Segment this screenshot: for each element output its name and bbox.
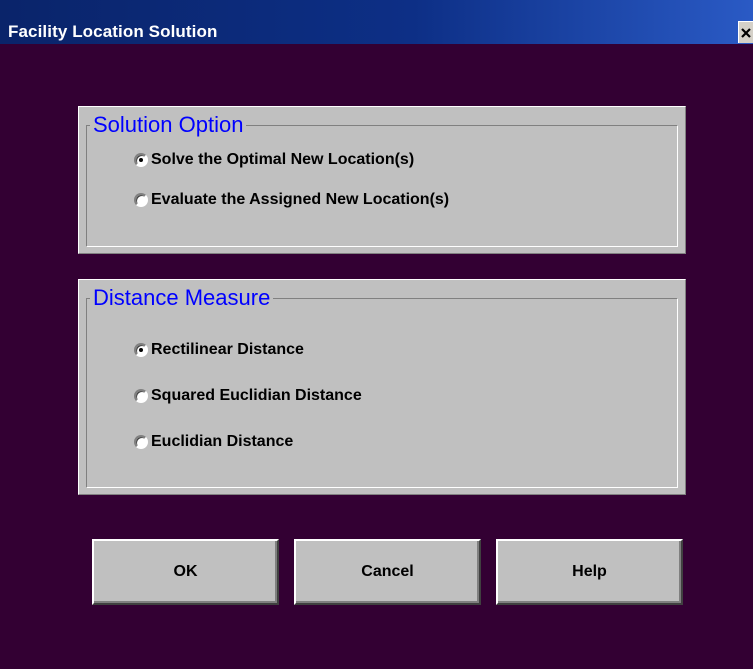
title-bar[interactable]: Facility Location Solution (0, 0, 753, 44)
radio-selected-icon (134, 153, 148, 167)
solve-optimal-label: Solve the Optimal New Location(s) (151, 151, 415, 168)
window-title: Facility Location Solution (8, 22, 218, 41)
radio-unselected-icon (134, 435, 148, 449)
euclidian-distance-radio[interactable]: Euclidian Distance (134, 432, 293, 452)
evaluate-assigned-radio[interactable]: Evaluate the Assigned New Location(s) (134, 190, 449, 210)
cancel-button[interactable]: Cancel (294, 539, 481, 605)
squared-euclidian-label: Squared Euclidian Distance (151, 387, 362, 404)
close-icon (741, 28, 751, 38)
radio-unselected-icon (134, 193, 148, 207)
squared-euclidian-radio[interactable]: Squared Euclidian Distance (134, 386, 362, 406)
close-button[interactable] (738, 21, 753, 43)
facility-location-dialog: Facility Location Solution Solution Opti… (0, 0, 753, 669)
help-button[interactable]: Help (496, 539, 683, 605)
distance-measure-legend: Distance Measure (90, 286, 274, 310)
radio-unselected-icon (134, 389, 148, 403)
rectilinear-distance-label: Rectilinear Distance (151, 341, 304, 358)
distance-measure-group: Distance Measure Rectilinear Distance Sq… (78, 279, 686, 495)
solution-option-frame (86, 125, 678, 247)
solution-option-legend: Solution Option (90, 113, 247, 137)
radio-selected-icon (134, 343, 148, 357)
ok-button[interactable]: OK (92, 539, 279, 605)
solution-option-group: Solution Option Solve the Optimal New Lo… (78, 106, 686, 254)
euclidian-distance-label: Euclidian Distance (151, 433, 294, 450)
evaluate-assigned-label: Evaluate the Assigned New Location(s) (151, 191, 450, 208)
solve-optimal-radio[interactable]: Solve the Optimal New Location(s) (134, 150, 414, 170)
rectilinear-distance-radio[interactable]: Rectilinear Distance (134, 340, 304, 360)
